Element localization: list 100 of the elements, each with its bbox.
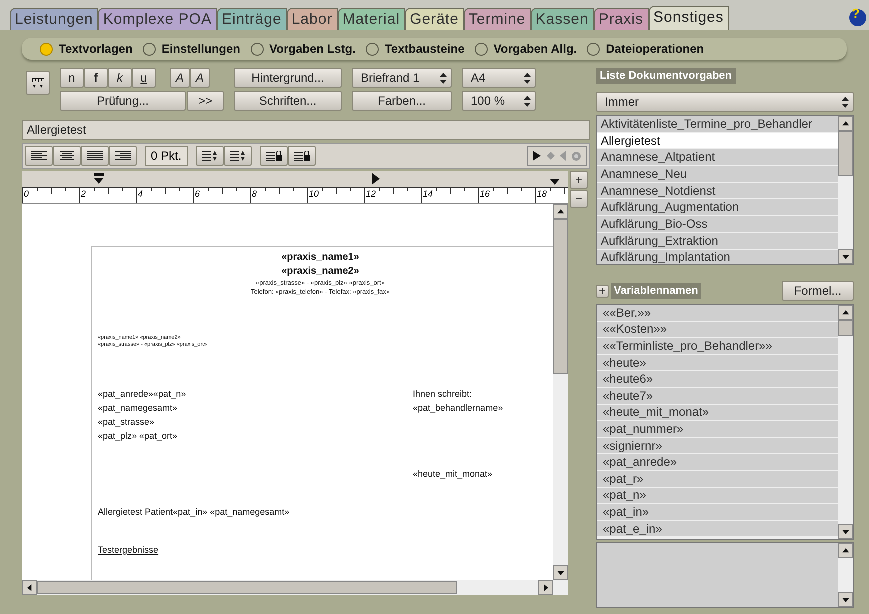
template-item[interactable]: Aufklärung_Augmentation — [597, 199, 838, 216]
radio-button[interactable] — [250, 42, 264, 56]
zoom-select[interactable]: 100 % — [462, 91, 536, 111]
template-item[interactable]: Anamnese_Notdienst — [597, 182, 838, 200]
align-button[interactable] — [81, 146, 109, 166]
radio-button[interactable] — [474, 42, 488, 56]
scroll-right-button[interactable] — [538, 580, 553, 595]
style-button[interactable]: n — [60, 68, 84, 88]
margin-select[interactable]: Briefrand 1 — [352, 68, 452, 88]
variable-item[interactable]: ««Terminliste_pro_Behandler»» — [597, 338, 838, 355]
zoom-button[interactable]: + — [570, 171, 588, 189]
scroll-up-button[interactable] — [838, 305, 853, 320]
fonts-button[interactable]: Schriften... — [234, 91, 342, 111]
template-item[interactable]: Aufklärung_Implantation — [597, 250, 838, 264]
radio-label[interactable]: Vorgaben Allg. — [494, 40, 578, 58]
ruler-marker-icon[interactable] — [550, 179, 560, 185]
style-button[interactable]: u — [132, 68, 156, 88]
background-button[interactable]: Hintergrund... — [234, 68, 342, 88]
template-item[interactable]: Aufklärung_Extraktion — [597, 232, 838, 250]
variable-item[interactable]: «pat_r» — [597, 470, 838, 488]
variable-item[interactable]: «pat_in» — [597, 504, 838, 521]
variable-item[interactable]: «pat_nummer» — [597, 421, 838, 438]
style-button[interactable]: f — [84, 68, 108, 88]
radio-label[interactable]: Textbausteine — [384, 40, 465, 58]
ruler-toggle-button[interactable] — [26, 71, 50, 95]
radio-button[interactable] — [142, 42, 156, 56]
variable-item[interactable]: «pat_e_in» — [597, 520, 838, 538]
variable-item[interactable]: «pat_anrede» — [597, 454, 838, 471]
scroll-down-button[interactable] — [838, 249, 853, 264]
expand-button[interactable]: + — [596, 284, 609, 298]
ruler-marker-icon[interactable] — [94, 173, 104, 185]
scroll-thumb[interactable] — [37, 581, 457, 594]
variable-item[interactable]: «heute6» — [597, 371, 838, 388]
radio-label[interactable]: Dateioperationen — [606, 40, 704, 58]
horizontal-scrollbar[interactable] — [22, 580, 553, 595]
scroll-thumb[interactable] — [838, 320, 853, 336]
tab[interactable]: Leistungen — [10, 8, 98, 30]
radio-label[interactable]: Einstellungen — [162, 40, 240, 58]
vertical-scrollbar[interactable] — [838, 305, 853, 539]
radio-button[interactable] — [587, 42, 600, 56]
tab[interactable]: Komplexe POA — [98, 8, 217, 30]
more-button[interactable]: >> — [187, 91, 224, 111]
variable-item[interactable]: «signiernr» — [597, 438, 838, 454]
lock-button[interactable] — [288, 146, 316, 166]
template-item[interactable]: Aufklärung_Bio-Oss — [597, 216, 838, 233]
scroll-up-button[interactable] — [838, 543, 853, 558]
help-mark[interactable]: ? — [852, 5, 860, 23]
variable-item[interactable]: «heute» — [597, 354, 838, 372]
play-icon[interactable] — [532, 151, 541, 161]
colors-button[interactable]: Farben... — [352, 91, 452, 111]
template-item[interactable]: Allergietest — [597, 132, 838, 150]
paper-select[interactable]: A4 — [462, 68, 536, 88]
help-icon[interactable] — [849, 9, 867, 27]
scroll-down-button[interactable] — [553, 565, 568, 580]
variable-item[interactable]: «heute_mit_monat» — [597, 404, 838, 422]
line-spacing-button[interactable] — [224, 146, 252, 166]
radio-button[interactable] — [40, 42, 53, 56]
scroll-thumb[interactable] — [838, 131, 853, 176]
document-name-field[interactable]: Allergietest — [22, 120, 590, 140]
scroll-thumb[interactable] — [553, 219, 568, 374]
style-button[interactable]: k — [108, 68, 132, 88]
align-button[interactable] — [25, 146, 53, 166]
variable-item[interactable]: ««Kosten»» — [597, 322, 838, 338]
tab[interactable]: Kassen — [530, 8, 594, 30]
spacing-field[interactable]: 0 Pkt. — [145, 146, 188, 166]
template-item[interactable]: Anamnese_Neu — [597, 166, 838, 183]
scroll-down-button[interactable] — [838, 524, 853, 539]
template-item[interactable]: Aktivitätenliste_Termine_pro_Behandler — [597, 116, 838, 133]
variable-item[interactable]: ««Ber.»» — [597, 305, 838, 322]
line-spacing-button[interactable] — [196, 146, 224, 166]
tab[interactable]: Einträge — [216, 8, 287, 30]
tab[interactable]: Material — [338, 8, 406, 30]
align-button[interactable] — [109, 146, 137, 166]
variable-item[interactable]: «heute7» — [597, 388, 838, 405]
tab[interactable]: Termine — [464, 8, 531, 30]
radio-label[interactable]: Vorgaben Lstg. — [270, 40, 356, 58]
font-size-button[interactable]: A — [170, 68, 190, 88]
tab[interactable]: Labor — [286, 8, 338, 30]
radio-label[interactable]: Textvorlagen — [59, 40, 133, 58]
tab[interactable]: Praxis — [594, 8, 649, 30]
vertical-scrollbar[interactable] — [553, 204, 568, 595]
formula-button[interactable]: Formel... — [782, 281, 854, 301]
lock-button[interactable] — [260, 146, 288, 166]
vertical-scrollbar[interactable] — [838, 116, 853, 264]
scroll-down-button[interactable] — [838, 592, 853, 607]
tab[interactable]: Geräte — [405, 8, 464, 30]
filter-select[interactable]: Immer — [596, 92, 854, 112]
scroll-up-button[interactable] — [553, 204, 568, 219]
variable-item[interactable]: «pat_n» — [597, 488, 838, 504]
scroll-up-button[interactable] — [838, 116, 853, 131]
tab[interactable]: Sonstiges — [648, 6, 729, 30]
template-item[interactable]: Anamnese_Altpatient — [597, 149, 838, 166]
font-size-button[interactable]: A — [190, 68, 210, 88]
zoom-button[interactable]: − — [570, 190, 588, 208]
radio-button[interactable] — [366, 42, 379, 56]
ruler-marker-icon[interactable] — [372, 173, 380, 185]
align-button[interactable] — [53, 146, 81, 166]
check-button[interactable]: Prüfung... — [60, 91, 186, 111]
scroll-left-button[interactable] — [22, 580, 37, 595]
document-line: «pat_strasse» — [98, 416, 156, 429]
